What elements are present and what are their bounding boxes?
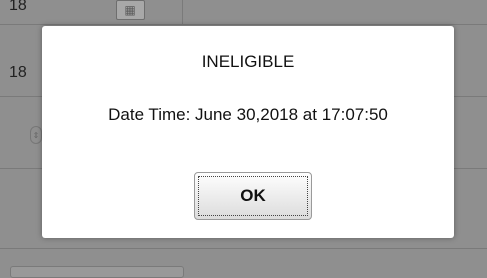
middle-field-value: 18 [9,64,27,81]
spinner-icon[interactable]: ⇕ [30,126,42,144]
dialog-message: Date Time: June 30,2018 at 17:07:50 [108,105,388,124]
dialog-title: INELIGIBLE [201,52,295,71]
ok-button-label: OK [198,176,308,216]
divider [0,24,487,25]
divider [0,248,487,249]
calendar-icon[interactable]: ▦ [116,0,145,20]
top-field-value: 18 [9,0,27,14]
divider [182,0,183,24]
alert-dialog: INELIGIBLE Date Time: June 30,2018 at 17… [42,26,454,238]
ok-button[interactable]: OK [194,172,312,220]
bottom-field[interactable] [10,266,184,278]
